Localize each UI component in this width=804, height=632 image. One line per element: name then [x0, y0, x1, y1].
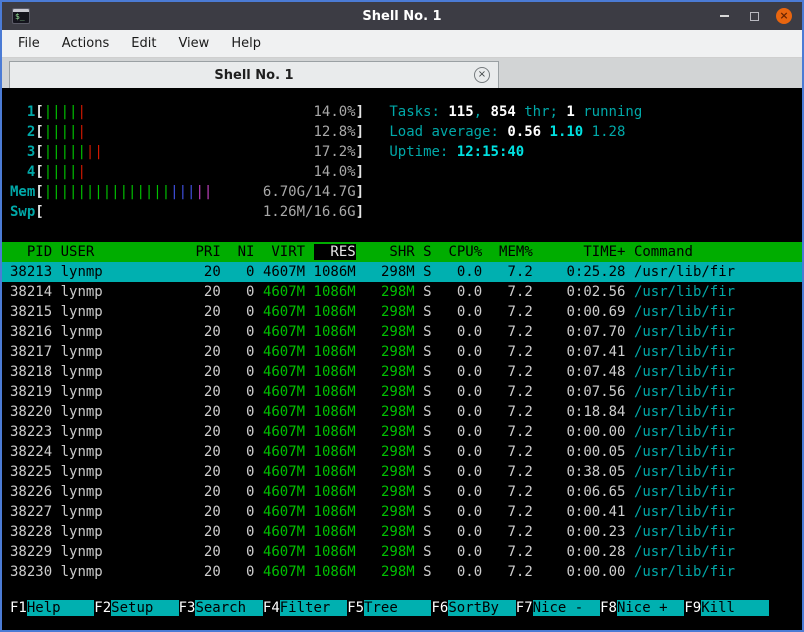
table-header: PID USER PRI NI VIRT RES SHR S CPU% MEM%…	[2, 242, 802, 262]
fkey-f1-help[interactable]: F1Help	[10, 600, 95, 616]
tab-label: Shell No. 1	[214, 67, 294, 83]
column-header-command[interactable]: Command	[634, 244, 693, 260]
column-header-time[interactable]: TIME+	[541, 244, 625, 260]
meter-swp: Swp[ 1.26M/16.6G]	[10, 204, 365, 220]
process-row-38226[interactable]: 38226 lynmp 20 0 4607M 1086M 298M S 0.0 …	[2, 482, 802, 502]
fkey-f2-setup[interactable]: F2Setup	[94, 600, 179, 616]
process-row-38228[interactable]: 38228 lynmp 20 0 4607M 1086M 298M S 0.0 …	[2, 522, 802, 542]
maximize-icon	[749, 11, 759, 21]
process-row-38229[interactable]: 38229 lynmp 20 0 4607M 1086M 298M S 0.0 …	[2, 542, 802, 562]
process-row-38220[interactable]: 38220 lynmp 20 0 4607M 1086M 298M S 0.0 …	[2, 402, 802, 422]
menu-item-view[interactable]: View	[168, 32, 219, 55]
terminal-window: $_ Shell No. 1 × File Actions Edit View Help…	[0, 0, 804, 632]
process-row-38230[interactable]: 38230 lynmp 20 0 4607M 1086M 298M S 0.0 …	[2, 562, 802, 582]
column-header-virt[interactable]: VIRT	[263, 244, 305, 260]
fkey-f7-nice[interactable]: F7Nice -	[516, 600, 601, 616]
meter-3: 3[||||||| 17.2%] Uptime: 12:15:40	[10, 144, 525, 160]
column-header-res[interactable]: RES	[313, 244, 356, 260]
process-row-38225[interactable]: 38225 lynmp 20 0 4607M 1086M 298M S 0.0 …	[2, 462, 802, 482]
process-row-38224[interactable]: 38224 lynmp 20 0 4607M 1086M 298M S 0.0 …	[2, 442, 802, 462]
column-header-pri[interactable]: PRI	[195, 244, 220, 260]
meter-mem: Mem[|||||||||||||||||||| 6.70G/14.7G]	[10, 184, 365, 200]
meter-2: 2[||||| 12.8%] Load average: 0.56 1.10 1…	[10, 124, 626, 140]
maximize-button[interactable]	[746, 8, 762, 24]
menu-item-file[interactable]: File	[8, 32, 50, 55]
tabbar: Shell No. 1 ×	[2, 58, 802, 88]
process-row-38215[interactable]: 38215 lynmp 20 0 4607M 1086M 298M S 0.0 …	[2, 302, 802, 322]
column-header-ni[interactable]: NI	[229, 244, 255, 260]
window-title: Shell No. 1	[362, 8, 442, 24]
fkey-f3-search[interactable]: F3Search	[179, 600, 263, 616]
process-row-38219[interactable]: 38219 lynmp 20 0 4607M 1086M 298M S 0.0 …	[2, 382, 802, 402]
window-controls: ×	[716, 8, 792, 24]
column-header-mem[interactable]: MEM%	[491, 244, 533, 260]
close-icon: ×	[779, 9, 789, 22]
tab-close-icon: ×	[477, 69, 487, 80]
meter-1: 1[||||| 14.0%] Tasks: 115, 854 thr; 1 ru…	[10, 104, 643, 120]
process-row-38227[interactable]: 38227 lynmp 20 0 4607M 1086M 298M S 0.0 …	[2, 502, 802, 522]
tab-close-button[interactable]: ×	[474, 67, 490, 83]
process-row-38216[interactable]: 38216 lynmp 20 0 4607M 1086M 298M S 0.0 …	[2, 322, 802, 342]
menu-item-edit[interactable]: Edit	[121, 32, 166, 55]
menu-item-actions[interactable]: Actions	[52, 32, 120, 55]
process-row-38218[interactable]: 38218 lynmp 20 0 4607M 1086M 298M S 0.0 …	[2, 362, 802, 382]
minimize-icon	[719, 15, 729, 17]
process-row-38223[interactable]: 38223 lynmp 20 0 4607M 1086M 298M S 0.0 …	[2, 422, 802, 442]
fkey-f4-filter[interactable]: F4Filter	[263, 600, 348, 616]
process-row-38213[interactable]: 38213 lynmp 20 0 4607M 1086M 298M S 0.0 …	[2, 262, 802, 282]
app-icon-prompt-glyph: $_	[15, 12, 25, 21]
fkey-f5-tree[interactable]: F5Tree	[347, 600, 432, 616]
close-button[interactable]: ×	[776, 8, 792, 24]
fkey-f6-sortby[interactable]: F6SortBy	[431, 600, 516, 616]
column-header-s[interactable]: S	[423, 244, 431, 260]
terminal-app-icon: $_	[12, 8, 30, 24]
menu-item-help[interactable]: Help	[221, 32, 271, 55]
column-header-cpu[interactable]: CPU%	[440, 244, 482, 260]
fkey-f9-kill[interactable]: F9Kill	[684, 600, 769, 616]
htop-terminal[interactable]: 1[||||| 14.0%] Tasks: 115, 854 thr; 1 ru…	[2, 88, 802, 630]
titlebar[interactable]: $_ Shell No. 1 ×	[2, 2, 802, 30]
menubar: File Actions Edit View Help	[2, 30, 802, 58]
column-header-shr[interactable]: SHR	[364, 244, 414, 260]
fkey-f8-nice[interactable]: F8Nice +	[600, 600, 685, 616]
process-row-38214[interactable]: 38214 lynmp 20 0 4607M 1086M 298M S 0.0 …	[2, 282, 802, 302]
function-key-bar: F1Help F2Setup F3Search F4Filter F5Tree …	[2, 598, 802, 618]
column-header-user[interactable]: USER	[61, 244, 187, 260]
column-header-pid[interactable]: PID	[10, 244, 52, 260]
minimize-button[interactable]	[716, 8, 732, 24]
tab-shell-no-1[interactable]: Shell No. 1 ×	[9, 61, 499, 88]
process-row-38217[interactable]: 38217 lynmp 20 0 4607M 1086M 298M S 0.0 …	[2, 342, 802, 362]
meter-4: 4[||||| 14.0%]	[10, 164, 365, 180]
